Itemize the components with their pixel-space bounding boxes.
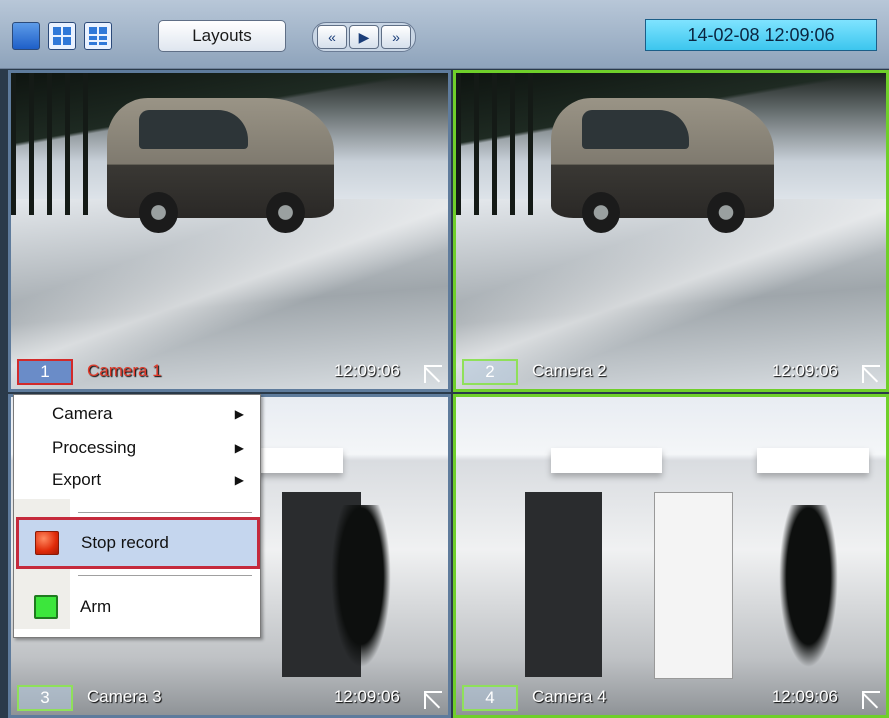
camera-feed-image: [456, 73, 886, 389]
playback-controls: « ▶ »: [312, 22, 416, 52]
layouts-button[interactable]: Layouts: [158, 20, 286, 52]
menu-item-arm[interactable]: Arm: [14, 589, 260, 625]
camera-view-1[interactable]: 1 Camera 1 12:09:06: [8, 70, 451, 392]
camera-feed-image: [456, 397, 886, 715]
layout-1x1-icon[interactable]: [12, 22, 40, 50]
submenu-arrow-icon: ▶: [234, 441, 244, 455]
layout-2x2-icon[interactable]: [48, 22, 76, 50]
resize-corner-icon[interactable]: [424, 365, 442, 383]
menu-separator: [78, 575, 252, 576]
camera-view-4[interactable]: 4 Camera 4 12:09:06: [453, 394, 889, 718]
camera-number-badge[interactable]: 3: [17, 685, 73, 711]
camera-number-badge[interactable]: 4: [462, 685, 518, 711]
menu-item-processing[interactable]: Processing ▶: [14, 433, 260, 463]
menu-item-label: Processing: [52, 438, 137, 457]
menu-item-label: Export: [52, 470, 102, 489]
camera-context-menu: Camera ▶ Processing ▶ Export ▶ Stop reco…: [13, 394, 261, 638]
datetime-display: 14-02-08 12:09:06: [645, 19, 877, 51]
camera-timestamp: 12:09:06: [771, 687, 838, 706]
camera-timestamp: 12:09:06: [333, 361, 400, 380]
menu-item-export[interactable]: Export ▶: [14, 465, 260, 495]
menu-item-camera[interactable]: Camera ▶: [14, 399, 260, 429]
submenu-arrow-icon: ▶: [234, 473, 244, 487]
camera-name-label: Camera 4: [532, 687, 607, 706]
menu-item-label: Camera: [52, 404, 113, 423]
camera-name-label: Camera 3: [87, 687, 162, 706]
resize-corner-icon[interactable]: [424, 691, 442, 709]
rewind-button[interactable]: «: [317, 25, 347, 49]
stop-record-icon: [35, 531, 59, 555]
camera-number-badge[interactable]: 2: [462, 359, 518, 385]
camera-timestamp: 12:09:06: [333, 687, 400, 706]
play-button[interactable]: ▶: [349, 25, 379, 49]
camera-name-label: Camera 1: [87, 361, 162, 380]
menu-item-label: Arm: [80, 597, 112, 616]
camera-view-2[interactable]: 2 Camera 2 12:09:06: [453, 70, 889, 392]
arm-icon: [34, 595, 58, 619]
camera-feed-image: [11, 73, 448, 389]
menu-item-label: Stop record: [81, 533, 169, 552]
resize-corner-icon[interactable]: [862, 365, 880, 383]
camera-timestamp: 12:09:06: [771, 361, 838, 380]
forward-button[interactable]: »: [381, 25, 411, 49]
submenu-arrow-icon: ▶: [234, 407, 244, 421]
menu-separator: [78, 512, 252, 513]
resize-corner-icon[interactable]: [862, 691, 880, 709]
layout-mixed-icon[interactable]: [84, 22, 112, 50]
menu-item-stop-record[interactable]: Stop record: [16, 517, 260, 569]
toolbar: Layouts « ▶ » 14-02-08 12:09:06: [0, 0, 889, 69]
camera-name-label: Camera 2: [532, 361, 607, 380]
camera-number-badge[interactable]: 1: [17, 359, 73, 385]
